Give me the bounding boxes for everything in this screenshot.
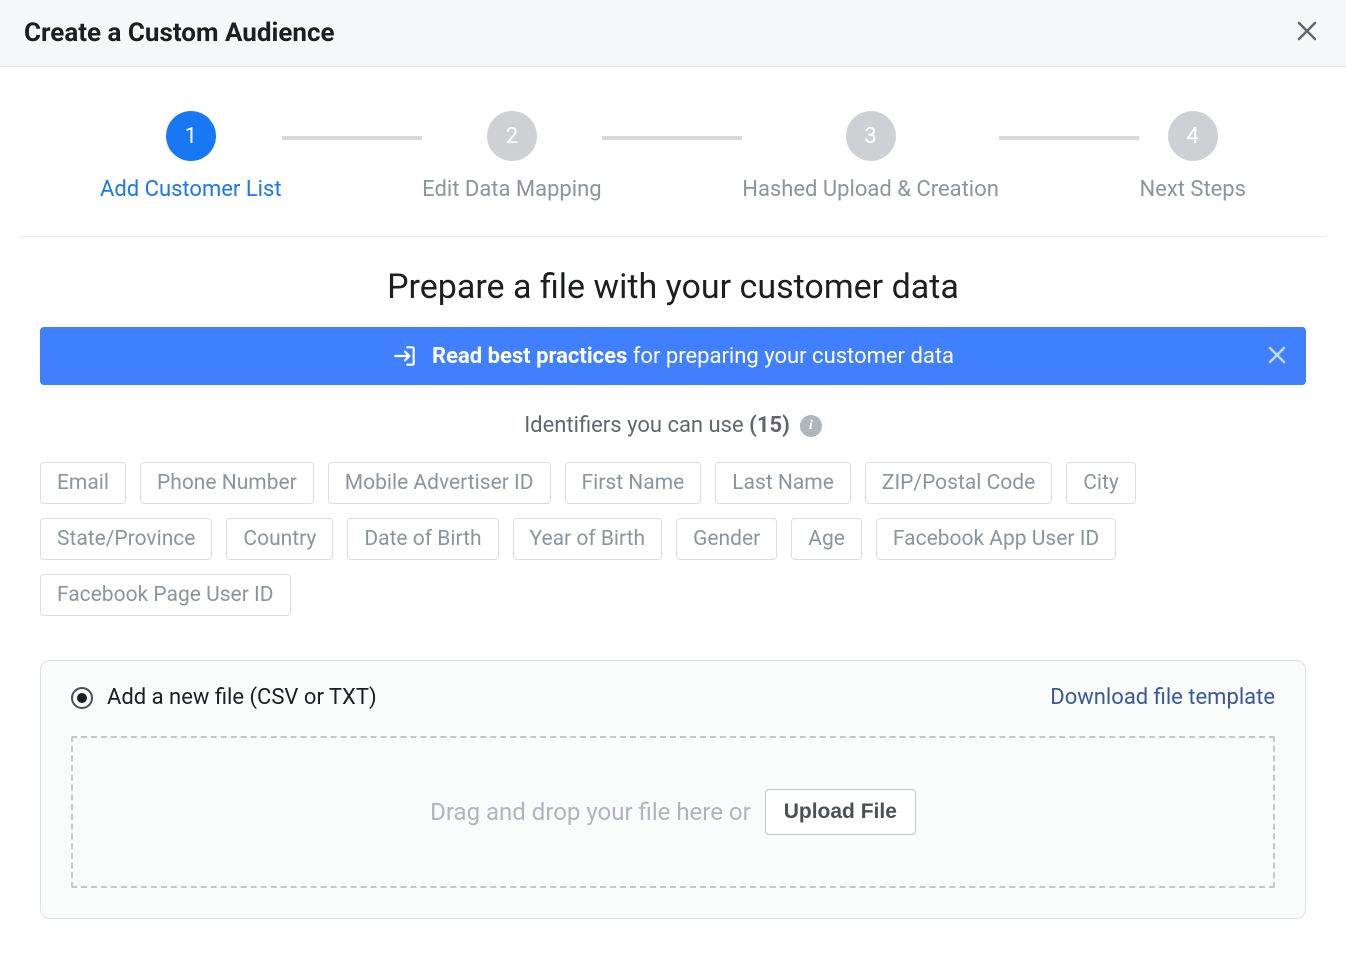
identifier-chip: Mobile Advertiser ID xyxy=(328,462,551,504)
identifier-chip: Age xyxy=(791,518,862,560)
step-3[interactable]: 3 Hashed Upload & Creation xyxy=(742,111,999,202)
identifier-chips: Email Phone Number Mobile Advertiser ID Fir… xyxy=(40,462,1306,616)
step-connector xyxy=(602,136,743,140)
step-2[interactable]: 2 Edit Data Mapping xyxy=(422,111,601,202)
step-connector xyxy=(282,136,423,140)
step-circle: 4 xyxy=(1168,111,1218,161)
identifier-chip: City xyxy=(1066,462,1136,504)
identifier-chip: Facebook App User ID xyxy=(876,518,1116,560)
step-label: Edit Data Mapping xyxy=(422,177,601,202)
step-4[interactable]: 4 Next Steps xyxy=(1139,111,1246,202)
dialog-header: Create a Custom Audience xyxy=(0,0,1346,67)
identifiers-label: Identifiers you can use xyxy=(524,413,749,438)
step-circle: 2 xyxy=(487,111,537,161)
banner-text: Read best practices for preparing your c… xyxy=(432,344,954,369)
step-connector xyxy=(999,136,1140,140)
file-dropzone[interactable]: Drag and drop your file here or Upload F… xyxy=(71,736,1275,888)
identifiers-header: Identifiers you can use (15) i xyxy=(40,413,1306,438)
upload-top-row: Add a new file (CSV or TXT) Download fil… xyxy=(71,685,1275,710)
upload-file-button[interactable]: Upload File xyxy=(765,789,916,835)
radio-icon[interactable] xyxy=(71,687,93,709)
step-label: Hashed Upload & Creation xyxy=(742,177,999,202)
step-label: Next Steps xyxy=(1139,177,1246,202)
add-file-radio[interactable]: Add a new file (CSV or TXT) xyxy=(71,685,377,710)
identifiers-count: (15) xyxy=(749,413,790,438)
identifier-chip: ZIP/Postal Code xyxy=(865,462,1052,504)
step-label: Add Customer List xyxy=(100,177,282,202)
content: Prepare a file with your customer data R… xyxy=(0,237,1346,959)
download-template-link[interactable]: Download file template xyxy=(1050,685,1275,710)
upload-box: Add a new file (CSV or TXT) Download fil… xyxy=(40,660,1306,919)
identifier-chip: Facebook Page User ID xyxy=(40,574,291,616)
identifier-chip: Email xyxy=(40,462,126,504)
identifier-chip: Gender xyxy=(676,518,777,560)
step-1[interactable]: 1 Add Customer List xyxy=(100,111,282,202)
step-circle: 3 xyxy=(846,111,896,161)
dropzone-text: Drag and drop your file here or xyxy=(430,798,751,826)
info-icon[interactable]: i xyxy=(800,415,822,437)
close-icon[interactable] xyxy=(1292,19,1322,47)
identifier-chip: First Name xyxy=(565,462,702,504)
radio-label: Add a new file (CSV or TXT) xyxy=(107,685,377,710)
import-icon xyxy=(392,343,418,369)
dialog-title: Create a Custom Audience xyxy=(24,18,335,48)
banner-close-icon[interactable] xyxy=(1268,344,1286,368)
step-circle: 1 xyxy=(166,111,216,161)
identifier-chip: Date of Birth xyxy=(347,518,498,560)
banner-bold: Read best practices xyxy=(432,344,627,369)
identifier-chip: Country xyxy=(226,518,333,560)
banner-rest: for preparing your customer data xyxy=(627,344,954,369)
identifier-chip: Last Name xyxy=(715,462,851,504)
identifier-chip: Phone Number xyxy=(140,462,314,504)
identifier-chip: State/Province xyxy=(40,518,212,560)
identifier-chip: Year of Birth xyxy=(513,518,663,560)
stepper: 1 Add Customer List 2 Edit Data Mapping 3 Has… xyxy=(20,67,1326,237)
main-heading: Prepare a file with your customer data xyxy=(40,267,1306,307)
best-practices-banner[interactable]: Read best practices for preparing your c… xyxy=(40,327,1306,385)
